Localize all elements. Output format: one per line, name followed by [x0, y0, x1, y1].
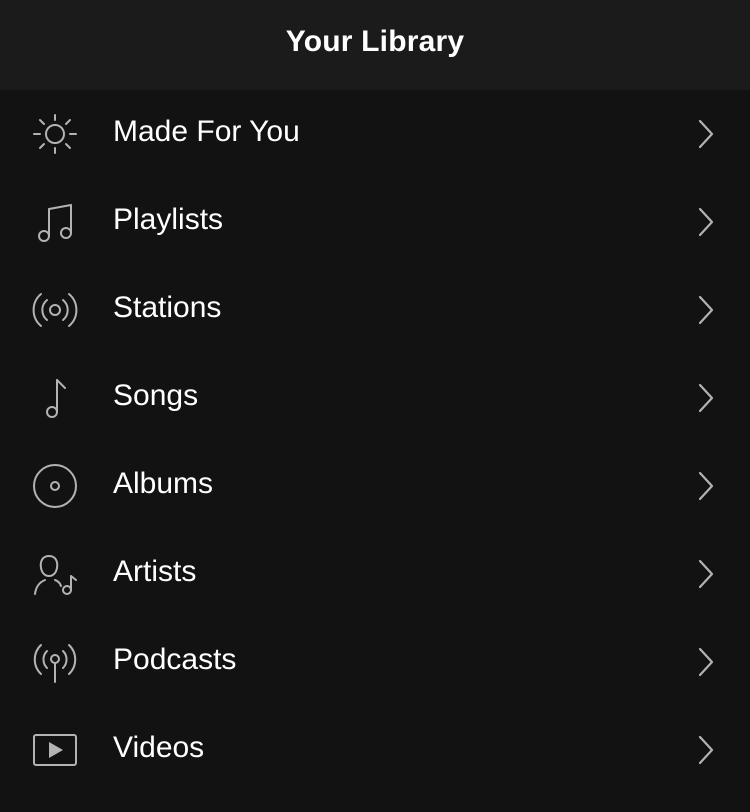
sun-icon: [29, 110, 81, 158]
library-item-label: Stations: [113, 291, 222, 324]
chevron-right-icon: [694, 206, 718, 238]
library-item-label: Made For You: [113, 115, 300, 148]
library-item-songs[interactable]: Songs: [0, 354, 750, 442]
library-item-podcasts[interactable]: Podcasts: [0, 618, 750, 706]
chevron-right-icon: [694, 734, 718, 766]
artist-icon: [29, 550, 81, 598]
library-item-albums[interactable]: Albums: [0, 442, 750, 530]
library-item-playlists[interactable]: Playlists: [0, 178, 750, 266]
chevron-right-icon: [694, 294, 718, 326]
album-disc-icon: [29, 462, 81, 510]
library-item-label: Podcasts: [113, 643, 237, 676]
library-item-made-for-you[interactable]: Made For You: [0, 90, 750, 178]
chevron-right-icon: [694, 470, 718, 502]
library-item-label: Playlists: [113, 203, 224, 236]
video-play-icon: [29, 726, 81, 774]
chevron-right-icon: [694, 646, 718, 678]
radio-waves-icon: [29, 286, 81, 334]
library-item-label: Videos: [113, 731, 205, 764]
library-item-stations[interactable]: Stations: [0, 266, 750, 354]
library-item-label: Songs: [113, 379, 199, 412]
chevron-right-icon: [694, 558, 718, 590]
library-item-videos[interactable]: Videos: [0, 706, 750, 794]
library-header: Your Library: [0, 0, 750, 90]
music-note-icon: [29, 374, 81, 422]
music-notes-icon: [29, 198, 81, 246]
library-list: Made For You Playlists Stations Songs Al…: [0, 90, 750, 794]
chevron-right-icon: [694, 382, 718, 414]
library-item-label: Artists: [113, 555, 197, 588]
library-item-artists[interactable]: Artists: [0, 530, 750, 618]
chevron-right-icon: [694, 118, 718, 150]
podcast-icon: [29, 638, 81, 686]
page-title: Your Library: [285, 25, 465, 58]
library-item-label: Albums: [113, 467, 214, 500]
